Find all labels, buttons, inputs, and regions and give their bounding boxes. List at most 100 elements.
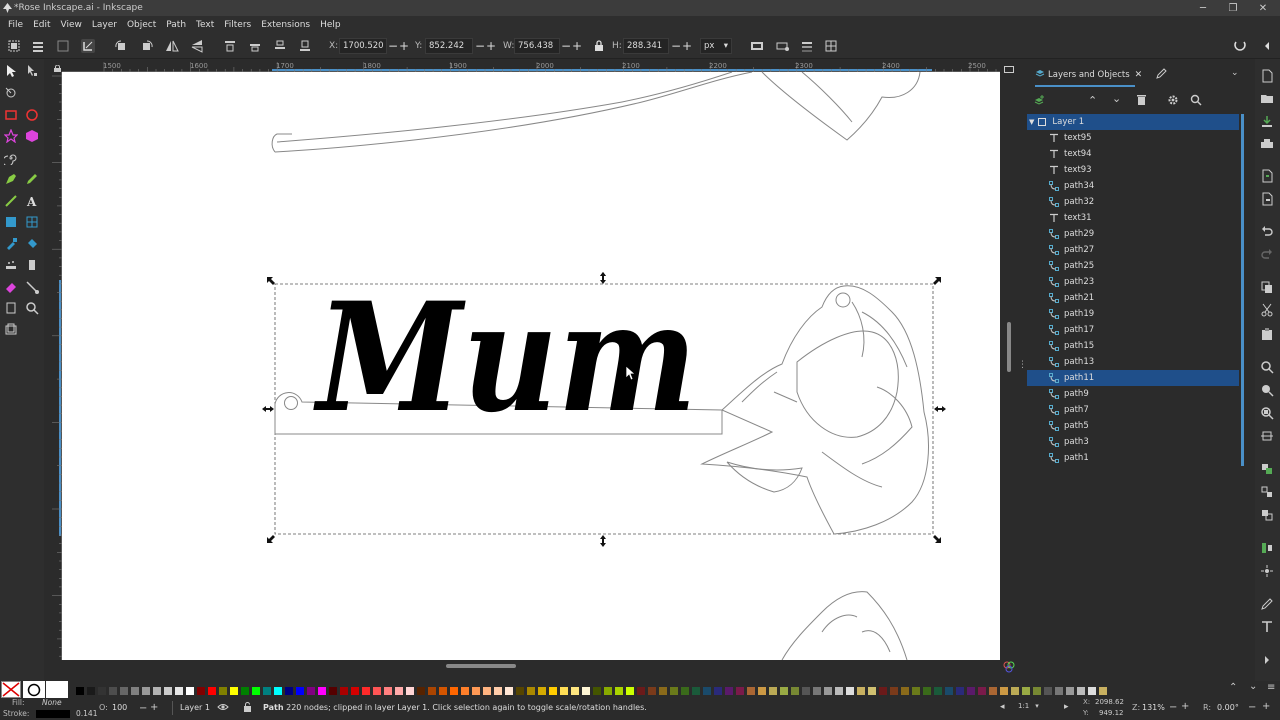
pen-tool-icon[interactable]: [4, 172, 20, 188]
color-swatch[interactable]: [560, 687, 568, 695]
color-swatch[interactable]: [1033, 687, 1041, 695]
spiral-tool-icon[interactable]: [2, 151, 20, 167]
layer-visibility-icon[interactable]: [217, 702, 229, 715]
close-tab-icon[interactable]: ✕: [1135, 70, 1143, 80]
color-swatch[interactable]: [648, 687, 656, 695]
copy-icon[interactable]: [1260, 280, 1274, 294]
color-swatch[interactable]: [252, 687, 260, 695]
tree-row-path11[interactable]: path11: [1027, 370, 1239, 386]
color-swatch[interactable]: [802, 687, 810, 695]
tree-row-text94[interactable]: text94: [1027, 146, 1239, 162]
color-swatch[interactable]: [912, 687, 920, 695]
snap-icon[interactable]: [1233, 39, 1247, 53]
color-swatch[interactable]: [263, 687, 271, 695]
menu-edit[interactable]: Edit: [28, 20, 55, 30]
color-swatch[interactable]: [1077, 687, 1085, 695]
flip-vertical-icon[interactable]: [190, 39, 204, 53]
color-swatch[interactable]: [527, 687, 535, 695]
menu-text[interactable]: Text: [191, 20, 219, 30]
color-swatch[interactable]: [186, 687, 194, 695]
color-swatch[interactable]: [285, 687, 293, 695]
menu-object[interactable]: Object: [122, 20, 161, 30]
scale-stroke-icon[interactable]: [750, 39, 764, 53]
color-swatch[interactable]: [879, 687, 887, 695]
selector-tool-icon[interactable]: [4, 64, 20, 80]
flip-horizontal-icon[interactable]: [165, 39, 179, 53]
color-swatch[interactable]: [615, 687, 623, 695]
palette-scroll-down-icon[interactable]: ⌄: [1249, 681, 1257, 692]
color-swatch[interactable]: [164, 687, 172, 695]
rotate-value[interactable]: 0.00°: [1217, 703, 1239, 712]
rotate-decrement-button[interactable]: −: [1248, 702, 1256, 713]
more-chevron-icon[interactable]: [1260, 653, 1274, 667]
color-swatch[interactable]: [1099, 687, 1107, 695]
select-all-layers-icon[interactable]: [31, 39, 45, 53]
rectangle-tool-icon[interactable]: [4, 108, 20, 124]
color-swatch[interactable]: [857, 687, 865, 695]
paint-bucket-tool-icon[interactable]: [25, 237, 41, 253]
color-swatch[interactable]: [593, 687, 601, 695]
zoom-selection-icon[interactable]: [1260, 360, 1274, 374]
color-swatch[interactable]: [1066, 687, 1074, 695]
tree-row-text95[interactable]: text95: [1027, 130, 1239, 146]
zoom-value[interactable]: 131%: [1142, 703, 1165, 712]
color-swatch[interactable]: [703, 687, 711, 695]
stroke-swatch[interactable]: [36, 710, 70, 718]
color-swatch[interactable]: [472, 687, 480, 695]
opacity-decrement-button[interactable]: −: [139, 703, 147, 714]
move-patterns-icon[interactable]: [824, 39, 838, 53]
zoom-tool-icon[interactable]: [25, 301, 41, 317]
ellipse-tool-icon[interactable]: [25, 108, 41, 124]
rotate-ccw-icon[interactable]: [114, 39, 128, 53]
lock-ratio-icon[interactable]: [592, 39, 606, 53]
tree-row-path9[interactable]: path9: [1027, 386, 1239, 402]
color-swatch[interactable]: [505, 687, 513, 695]
color-swatch[interactable]: [98, 687, 106, 695]
tree-row-path17[interactable]: path17: [1027, 322, 1239, 338]
color-swatch[interactable]: [384, 687, 392, 695]
height-field[interactable]: [623, 38, 669, 54]
color-swatch[interactable]: [428, 687, 436, 695]
paste-icon[interactable]: [1260, 327, 1274, 341]
eraser-tool-icon[interactable]: [4, 280, 20, 296]
color-swatch[interactable]: [934, 687, 942, 695]
print-icon[interactable]: [1260, 137, 1274, 151]
x-decrement-button[interactable]: −: [388, 40, 398, 52]
white-swatch[interactable]: [46, 681, 68, 698]
import-icon[interactable]: [1260, 169, 1274, 183]
xml-editor-icon[interactable]: [1260, 597, 1274, 611]
color-swatch[interactable]: [571, 687, 579, 695]
pages-tool-icon[interactable]: [4, 301, 20, 317]
tree-row-path23[interactable]: path23: [1027, 274, 1239, 290]
color-swatch[interactable]: [208, 687, 216, 695]
color-swatch[interactable]: [681, 687, 689, 695]
tree-row-path3[interactable]: path3: [1027, 434, 1239, 450]
spray-tool-icon[interactable]: [4, 258, 20, 274]
x-field[interactable]: [339, 38, 387, 54]
color-swatch[interactable]: [549, 687, 557, 695]
new-document-icon[interactable]: [1260, 69, 1274, 83]
height-decrement-button[interactable]: −: [671, 40, 681, 52]
align-distribute-icon[interactable]: [1260, 541, 1274, 555]
ungroup-icon[interactable]: [1260, 485, 1274, 499]
color-swatch[interactable]: [813, 687, 821, 695]
color-swatch[interactable]: [989, 687, 997, 695]
menu-view[interactable]: View: [56, 20, 87, 30]
color-swatch[interactable]: [362, 687, 370, 695]
minimize-icon[interactable]: ─: [1188, 0, 1218, 16]
color-swatch[interactable]: [659, 687, 667, 695]
color-swatch[interactable]: [395, 687, 403, 695]
3d-box-tool-icon[interactable]: [25, 129, 41, 145]
mesh-tool-icon[interactable]: [25, 215, 41, 231]
color-swatch[interactable]: [736, 687, 744, 695]
current-layer[interactable]: Layer 1: [180, 703, 210, 712]
tree-row-path1[interactable]: path1: [1027, 450, 1239, 466]
menu-file[interactable]: File: [3, 20, 28, 30]
settings-gear-icon[interactable]: [1167, 94, 1179, 109]
color-swatch[interactable]: [835, 687, 843, 695]
search-icon[interactable]: [1190, 94, 1202, 109]
star-tool-icon[interactable]: [3, 128, 20, 145]
y-decrement-button[interactable]: −: [475, 40, 485, 52]
move-down-icon[interactable]: ⌄: [1112, 92, 1121, 105]
calligraphy-tool-icon[interactable]: [4, 194, 20, 210]
